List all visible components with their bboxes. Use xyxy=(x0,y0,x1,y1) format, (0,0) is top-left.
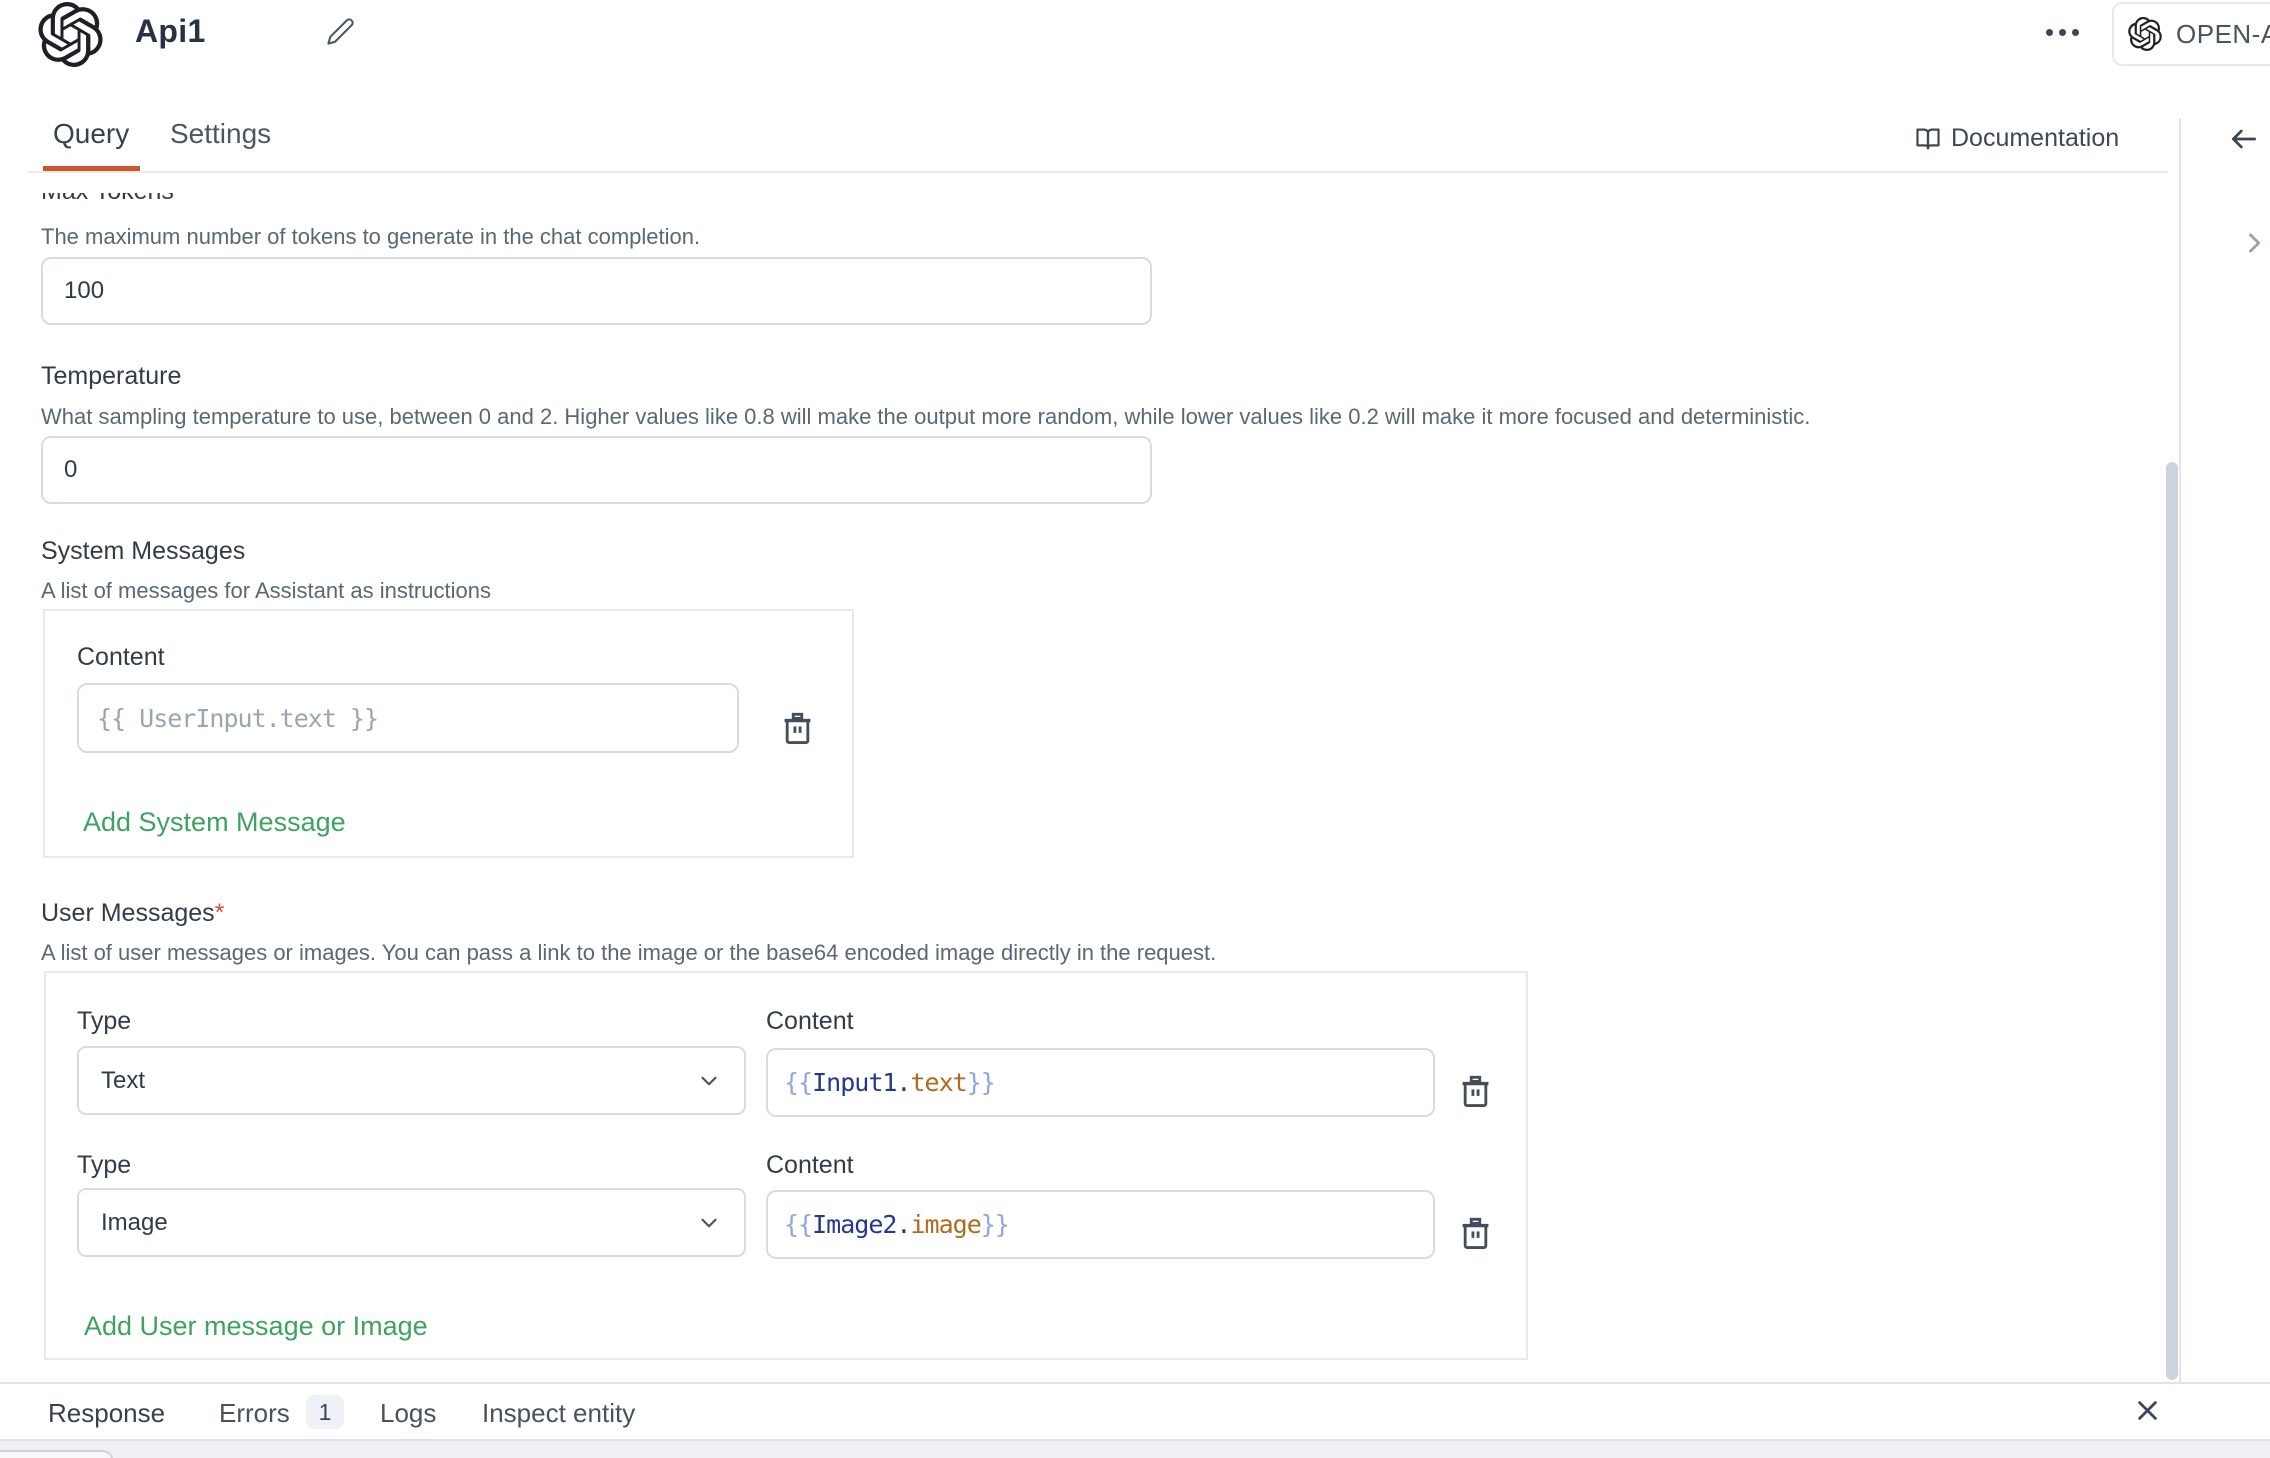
user-messages-group: Type Content Text {{Input1.text}} Type C… xyxy=(44,971,1528,1360)
tab-errors[interactable]: Errors xyxy=(219,1398,290,1429)
user-message-content-input[interactable]: {{Input1.text}} xyxy=(766,1048,1435,1117)
chevron-down-icon xyxy=(696,1068,722,1094)
max-tokens-label: Max Tokens xyxy=(41,193,174,206)
back-button[interactable] xyxy=(2228,123,2260,155)
max-tokens-input[interactable] xyxy=(41,257,1152,325)
temperature-input[interactable] xyxy=(41,436,1152,504)
trash-icon xyxy=(1460,1217,1491,1251)
delete-user-message-button[interactable] xyxy=(1460,1075,1491,1109)
add-user-message-button[interactable]: Add User message or Image xyxy=(84,1311,428,1342)
arrow-left-icon xyxy=(2228,123,2260,155)
close-preview-button[interactable] xyxy=(2134,1397,2161,1424)
chevron-right-icon xyxy=(2240,226,2268,260)
pencil-icon xyxy=(326,17,355,46)
tab-settings[interactable]: Settings xyxy=(170,118,271,150)
system-message-content-input[interactable] xyxy=(77,683,739,753)
type-select[interactable]: Text xyxy=(77,1046,746,1115)
expand-panel-button[interactable] xyxy=(2240,226,2268,260)
content-label: Content xyxy=(77,643,165,672)
trash-icon xyxy=(782,712,813,746)
max-tokens-description: The maximum number of tokens to generate… xyxy=(41,224,700,250)
openai-logo-icon xyxy=(2128,17,2162,51)
footer-strip xyxy=(0,1441,2270,1458)
tab-logs[interactable]: Logs xyxy=(380,1398,436,1429)
type-select[interactable]: Image xyxy=(77,1188,746,1257)
edit-title-button[interactable] xyxy=(326,17,355,46)
chevron-down-icon xyxy=(696,1210,722,1236)
page-title: Api1 xyxy=(135,13,206,50)
required-asterisk: * xyxy=(215,899,225,927)
delete-user-message-button[interactable] xyxy=(1460,1217,1491,1251)
preview-bar: Response Errors 1 Logs Inspect entity xyxy=(0,1382,2270,1441)
system-messages-label: System Messages xyxy=(41,537,245,566)
query-form: Max Tokens The maximum number of tokens … xyxy=(0,193,2168,1382)
delete-system-message-button[interactable] xyxy=(782,712,813,746)
tabs-divider xyxy=(28,171,2168,173)
errors-count-badge: 1 xyxy=(306,1395,344,1429)
type-label: Type xyxy=(77,1007,131,1036)
query-editor-panel: Api1 OPEN-A Query Settings Documentation… xyxy=(0,0,2270,1458)
ellipsis-icon xyxy=(2046,29,2053,36)
panel-divider xyxy=(2179,118,2181,1439)
user-messages-label: User Messages* xyxy=(41,899,224,928)
temperature-description: What sampling temperature to use, betwee… xyxy=(41,404,1810,430)
datasource-chip[interactable]: OPEN-A xyxy=(2112,2,2270,66)
datasource-label: OPEN-A xyxy=(2176,19,2270,50)
content-label: Content xyxy=(766,1151,854,1180)
open-book-icon xyxy=(1914,125,1942,153)
openai-logo-icon xyxy=(38,2,103,67)
type-label: Type xyxy=(77,1151,131,1180)
user-messages-description: A list of user messages or images. You c… xyxy=(41,940,1216,966)
tab-query[interactable]: Query xyxy=(53,118,129,150)
add-system-message-button[interactable]: Add System Message xyxy=(83,807,346,838)
documentation-label: Documentation xyxy=(1951,124,2119,153)
trash-icon xyxy=(1460,1075,1491,1109)
tab-inspect-entity[interactable]: Inspect entity xyxy=(482,1398,635,1429)
temperature-label: Temperature xyxy=(41,362,181,391)
footer-corner-chip xyxy=(0,1450,114,1458)
tab-response[interactable]: Response xyxy=(48,1398,165,1429)
system-messages-description: A list of messages for Assistant as inst… xyxy=(41,578,491,604)
system-messages-group: Content Add System Message xyxy=(43,609,854,858)
more-menu-button[interactable] xyxy=(2046,29,2079,36)
user-message-content-input[interactable]: {{Image2.image}} xyxy=(766,1190,1435,1259)
close-icon xyxy=(2134,1397,2161,1424)
content-label: Content xyxy=(766,1007,854,1036)
documentation-link[interactable]: Documentation xyxy=(1914,124,2119,153)
